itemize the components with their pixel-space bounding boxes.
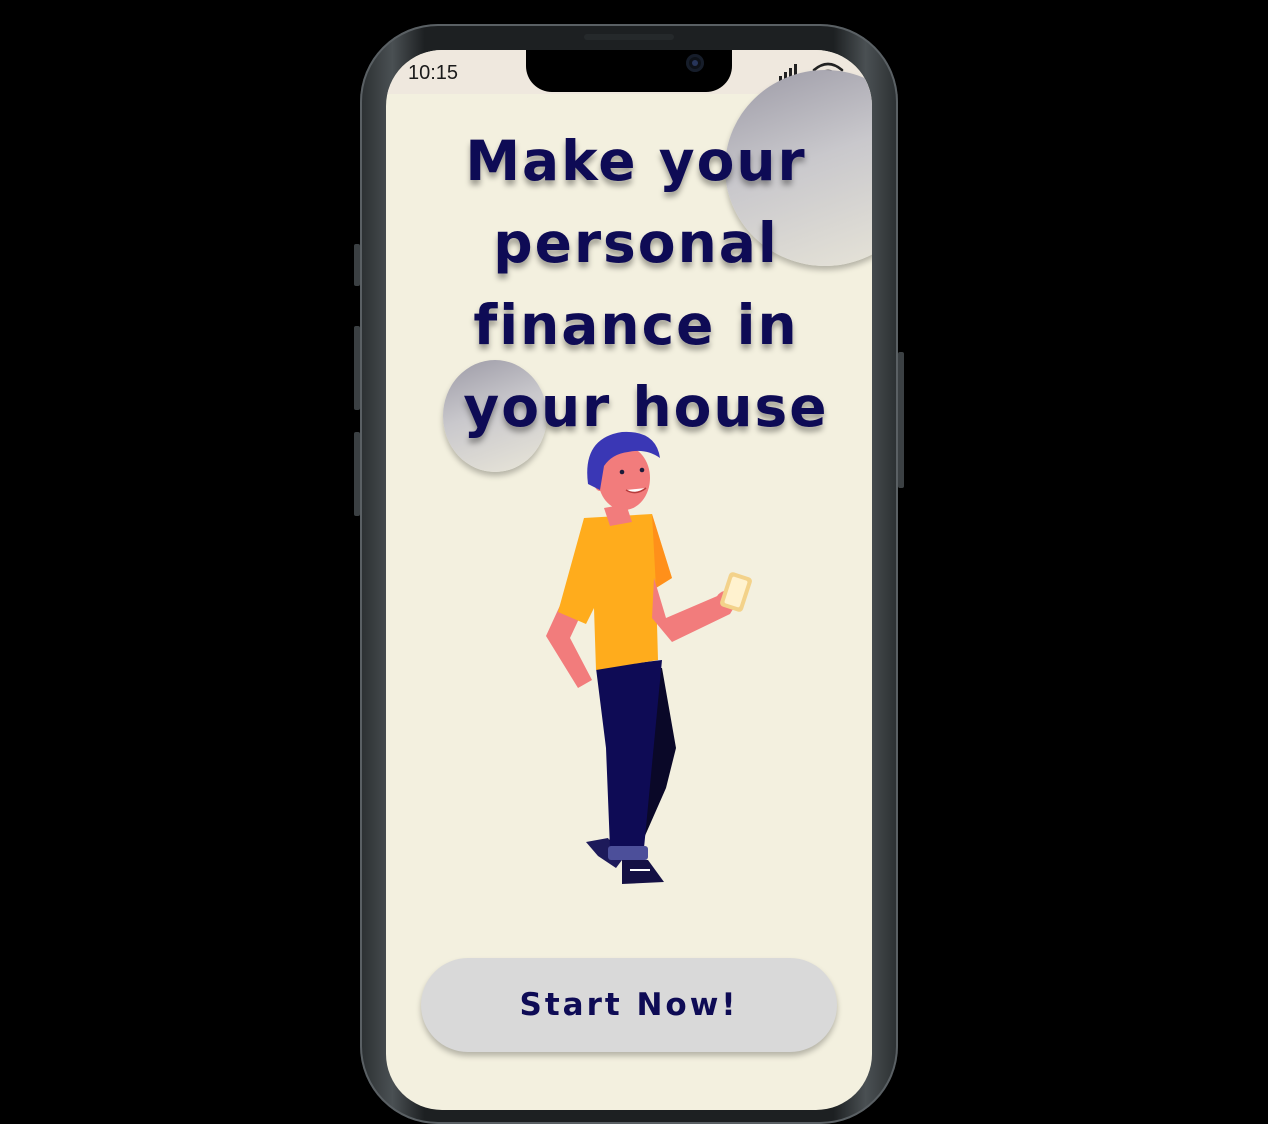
headline: Make your personal finance in your house bbox=[386, 120, 872, 448]
front-shoe bbox=[622, 860, 664, 884]
headline-line-2: personal bbox=[493, 211, 779, 275]
front-leg bbox=[596, 660, 662, 848]
mute-switch bbox=[354, 244, 360, 286]
right-arm bbox=[652, 578, 736, 642]
volume-down-button bbox=[354, 432, 360, 516]
power-button bbox=[898, 352, 904, 488]
phone-screen: 10:15 Make your personal finance in your… bbox=[386, 50, 872, 1110]
volume-up-button bbox=[354, 326, 360, 410]
pant-cuff bbox=[608, 846, 648, 860]
headline-line-3: finance in bbox=[473, 293, 799, 357]
front-camera bbox=[686, 54, 704, 72]
start-now-button[interactable]: Start Now! bbox=[421, 958, 837, 1052]
earpiece-speaker bbox=[584, 34, 674, 40]
status-time: 10:15 bbox=[408, 62, 459, 84]
man-holding-phone-illustration bbox=[546, 431, 752, 884]
notch bbox=[526, 50, 732, 92]
headline-line-1: Make your bbox=[465, 129, 807, 193]
